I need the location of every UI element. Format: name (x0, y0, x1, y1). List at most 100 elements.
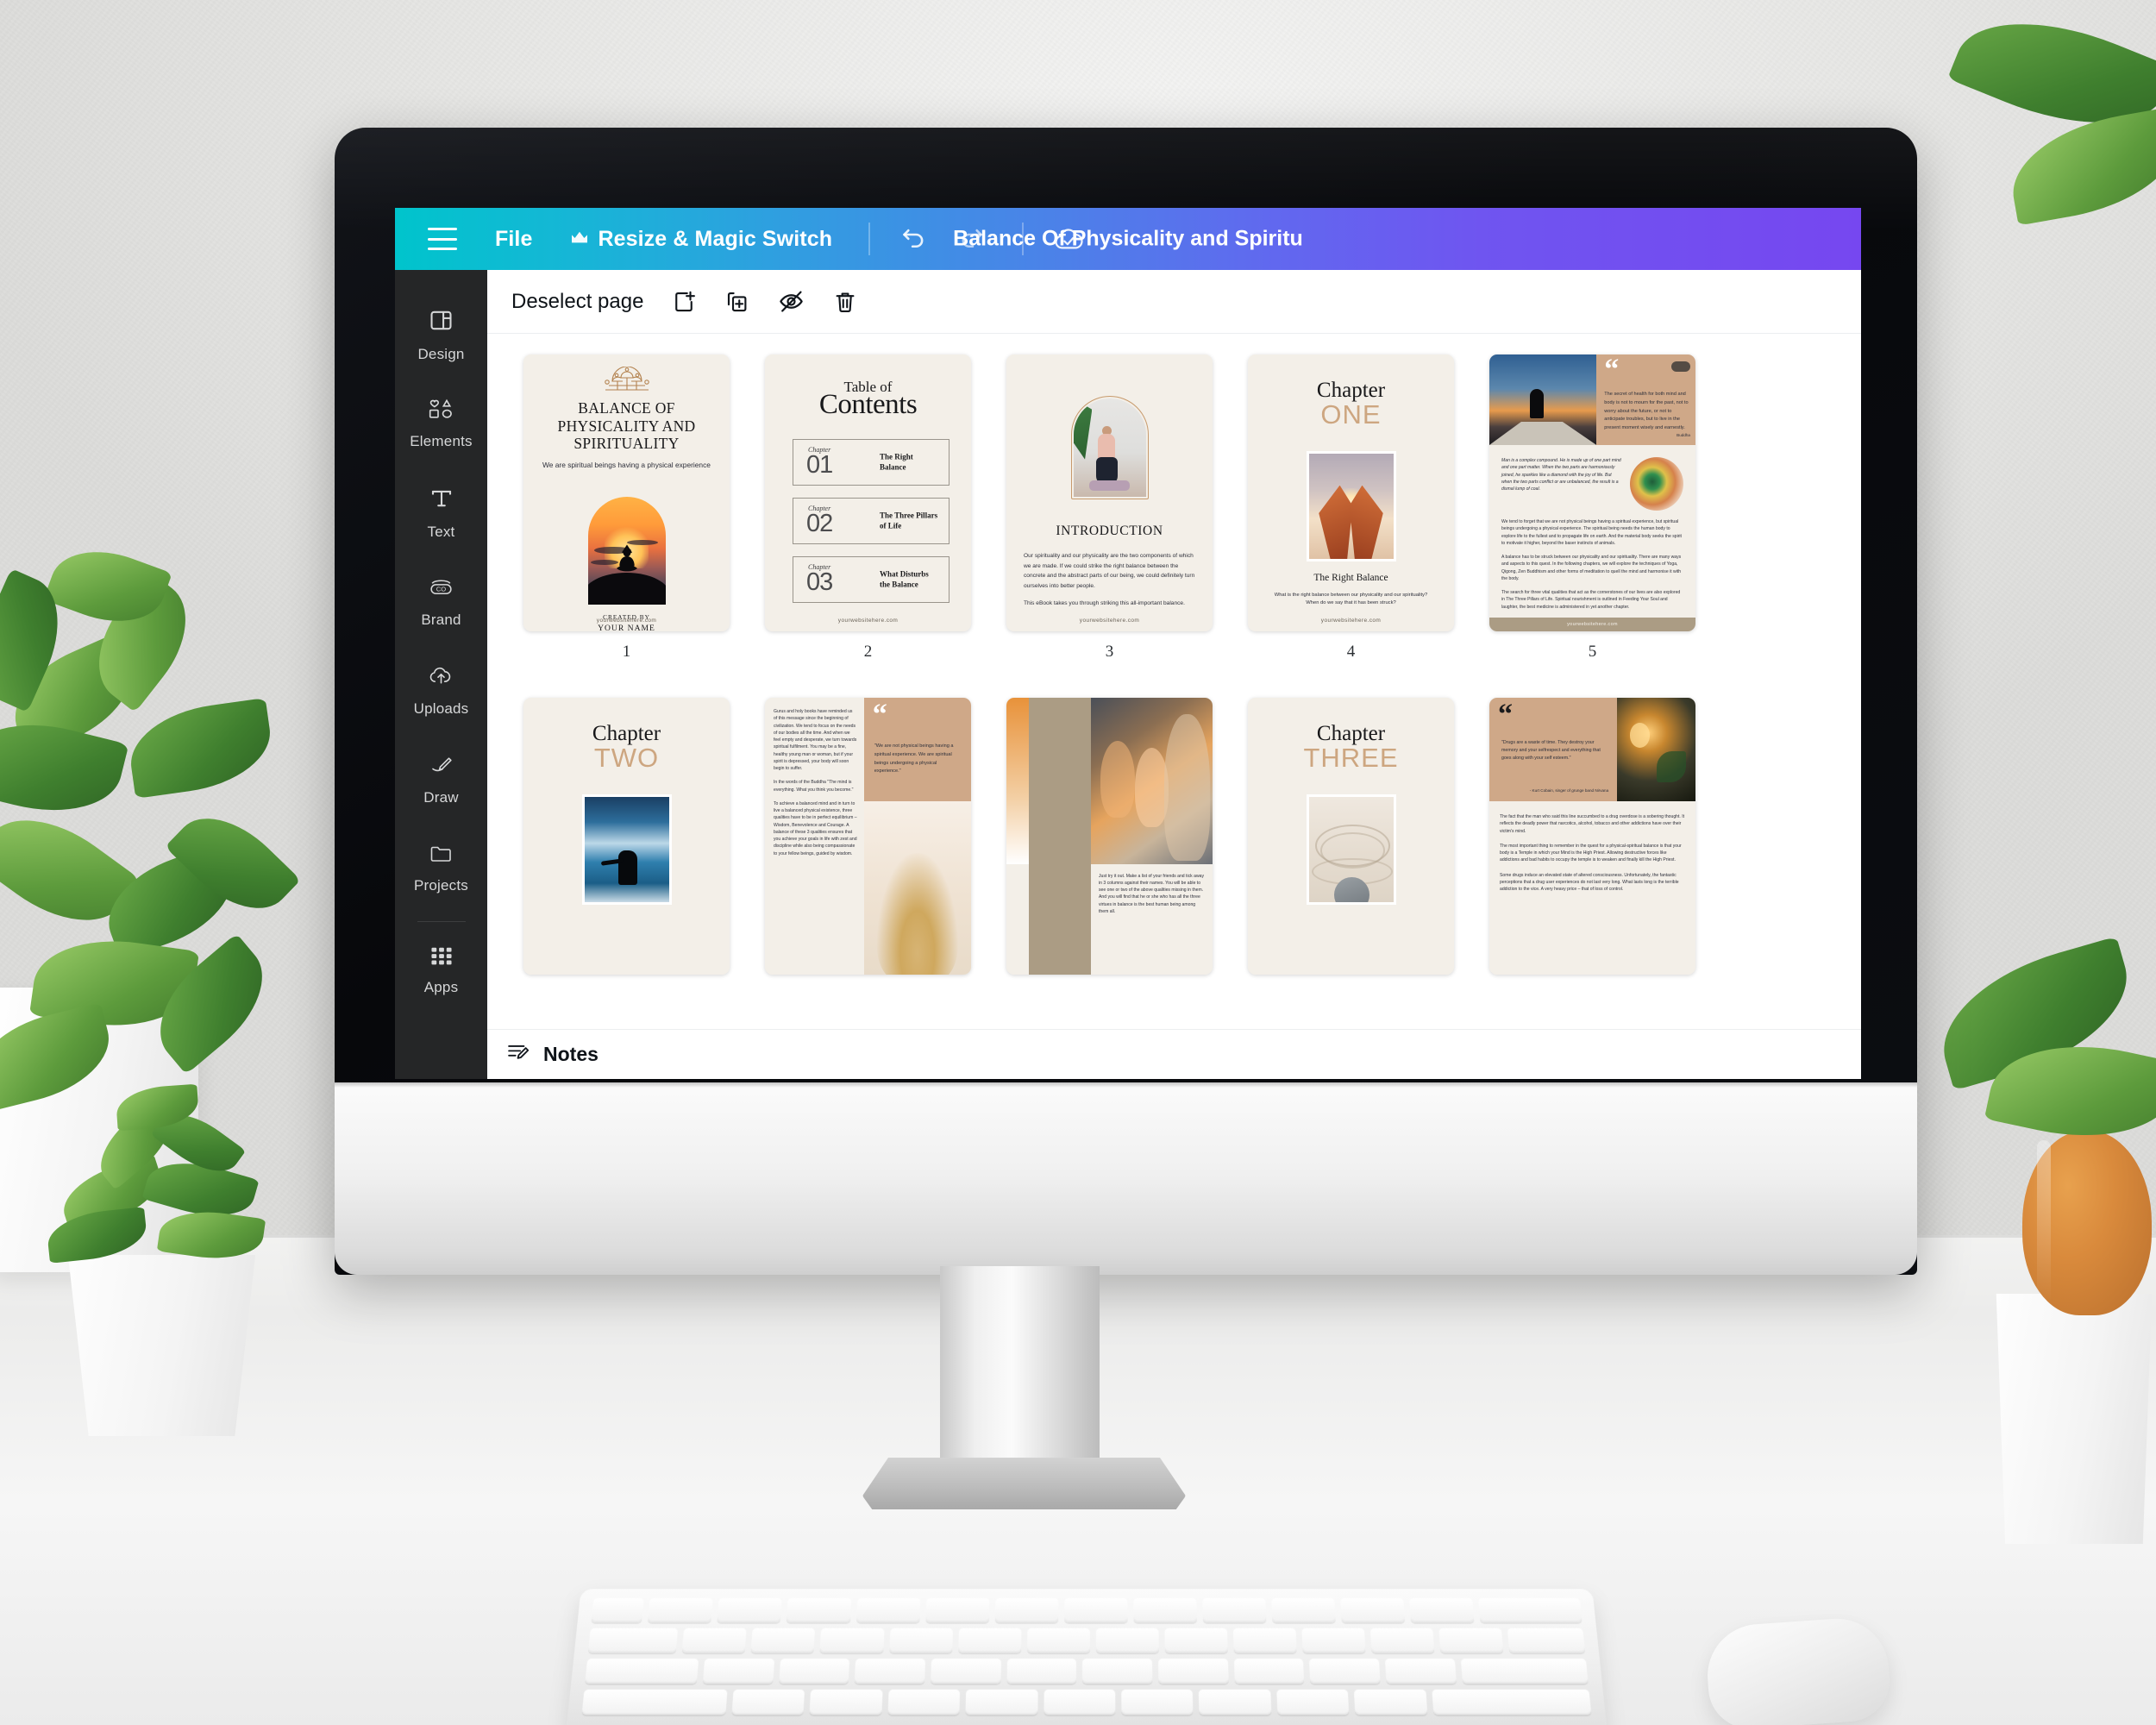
cover-title-line: PHYSICALITY AND (557, 417, 696, 435)
crown-icon (570, 227, 589, 252)
monitor-neck (940, 1266, 1100, 1482)
page-cell[interactable]: “ The secret of health for both mind and… (1489, 354, 1695, 662)
cover-credit-name: YOUR NAME (598, 624, 655, 631)
desk-scene: File Resize & Magic Switch Balance Of Ph… (0, 0, 2156, 1725)
deselect-page-button[interactable]: Deselect page (511, 290, 643, 314)
page-cell[interactable]: Chapter THREE (1248, 698, 1454, 975)
page-cell[interactable]: Chapter ONE The Right Balance What is th… (1248, 354, 1454, 662)
toc-chapter-title: The Right Balance (880, 452, 913, 471)
page-thumbnail-10[interactable]: “ "Drugs are a waste of time. They destr… (1489, 698, 1695, 975)
page-number: 3 (1105, 643, 1114, 661)
spread-image-pampas-grass (863, 801, 971, 975)
spread-quote: The secret of health for both mind and b… (1604, 392, 1689, 431)
add-page-icon[interactable] (671, 289, 697, 315)
page-cell[interactable]: “ "Drugs are a waste of time. They destr… (1489, 698, 1695, 975)
page-cell[interactable]: Table of Contents Chapter 01 The Right B… (765, 354, 971, 662)
page-thumbnail-9[interactable]: Chapter THREE (1248, 698, 1454, 975)
page-canvas: Chapter ONE The Right Balance What is th… (1248, 354, 1454, 631)
page-thumbnail-2[interactable]: Table of Contents Chapter 01 The Right B… (765, 354, 971, 631)
notes-bar[interactable]: Notes (487, 1029, 1861, 1079)
design-panel-icon (428, 307, 454, 338)
file-menu-label: File (495, 226, 533, 251)
page-thumbnail-3[interactable]: INTRODUCTION Our spirituality and our ph… (1006, 354, 1213, 631)
spread-paragraph: A balance has to be struck between our p… (1501, 555, 1682, 581)
spread-paragraph: To achieve a balanced mind and in turn t… (774, 800, 857, 856)
page-toolbar: Deselect page (487, 270, 1861, 334)
sidebar-item-brand[interactable]: CO Brand (395, 557, 487, 646)
spread-paragraph: We tend to forget that we are not physic… (1501, 519, 1682, 546)
duplicate-page-icon[interactable] (724, 289, 750, 315)
badge-ornament (1670, 361, 1690, 372)
sidebar-item-apps[interactable]: Apps (395, 925, 487, 1014)
spread-body: Just try it out. Make a list of your fri… (1090, 863, 1213, 975)
page-footer-url: yourwebsitehere.com (596, 618, 657, 624)
spread-paragraph: Gurus and holy books have reminded us of… (774, 709, 857, 771)
spread-image-candle-bokeh (1617, 698, 1695, 801)
page-canvas: “ "Drugs are a waste of time. They destr… (1489, 698, 1695, 975)
hamburger-menu-icon[interactable] (428, 228, 457, 250)
mandala-ornament-icon (595, 366, 659, 400)
page-footer-bar: yourwebsitehere.com (1489, 618, 1695, 631)
sidebar-item-label: Draw (423, 788, 459, 806)
page-cell[interactable]: Gurus and holy books have reminded us of… (765, 698, 971, 975)
sidebar-item-draw[interactable]: Draw (395, 735, 487, 824)
page-cell[interactable]: Chapter TWO (523, 698, 730, 975)
pencil-draw-icon (428, 753, 455, 781)
resize-magic-switch-button[interactable]: Resize & Magic Switch (570, 227, 832, 252)
page-number: 1 (622, 643, 631, 661)
left-sidebar: Design Elements Text CO Brand Uploads Dr… (395, 270, 487, 1079)
cover-title-line: SPIRITUALITY (573, 435, 680, 453)
sidebar-item-elements[interactable]: Elements (395, 380, 487, 468)
toc-chapter-title: The Three Pillars of Life (880, 511, 938, 530)
cloud-upload-icon (427, 664, 455, 693)
sidebar-item-text[interactable]: Text (395, 468, 487, 557)
keyboard[interactable] (566, 1589, 1608, 1725)
page-grid-row: BALANCE OF PHYSICALITY AND SPIRITUALITY … (523, 354, 1861, 662)
notes-edit-icon (506, 1041, 531, 1068)
page-thumbnail-1[interactable]: BALANCE OF PHYSICALITY AND SPIRITUALITY … (523, 354, 730, 631)
page-cell[interactable]: INTRODUCTION Our spirituality and our ph… (1006, 354, 1213, 662)
file-menu-button[interactable]: File (495, 227, 532, 252)
sidebar-item-projects[interactable]: Projects (395, 824, 487, 913)
page-number: 5 (1588, 643, 1597, 661)
page-thumbnail-6[interactable]: Chapter TWO (523, 698, 730, 975)
undo-icon[interactable] (899, 225, 928, 254)
page-thumbnail-7[interactable]: Gurus and holy books have reminded us of… (765, 698, 971, 975)
shapes-icon (427, 398, 455, 425)
delete-page-icon[interactable] (832, 289, 858, 315)
mouse[interactable] (1704, 1615, 1892, 1725)
cover-image-sunset-meditation (587, 497, 666, 605)
page-thumbnail-5[interactable]: “ The secret of health for both mind and… (1489, 354, 1695, 631)
spread-quote-attribution: - Kurt Cobain, singer of grunge band Nir… (1529, 787, 1609, 793)
page-canvas: Chapter THREE (1248, 698, 1454, 975)
page-cell[interactable]: BALANCE OF PHYSICALITY AND SPIRITUALITY … (523, 354, 730, 662)
spread-paragraph: Some drugs induce an elevated state of a… (1500, 872, 1679, 893)
sidebar-item-label: Design (417, 346, 465, 362)
toc-heading-bottom: Contents (818, 389, 918, 420)
spread-image-edge (1006, 698, 1030, 864)
toc-chapter-number: 02 (806, 510, 833, 537)
resize-magic-switch-label: Resize & Magic Switch (598, 226, 833, 251)
spread-quote: "Drugs are a waste of time. They destroy… (1501, 740, 1601, 761)
page-canvas: Chapter TWO (523, 698, 730, 975)
keyboard-row (591, 1597, 1583, 1622)
page-cell[interactable]: Just try it out. Make a list of your fri… (1006, 698, 1213, 975)
brand-co-icon: CO (427, 575, 455, 604)
quote-panel: “ The secret of health for both mind and… (1596, 354, 1695, 445)
toc-chapter-number: 03 (806, 568, 833, 596)
spread-image-eye-macro (1630, 457, 1683, 511)
document-title[interactable]: Balance Of Physicality and Spiritu (953, 227, 1303, 252)
sidebar-item-design[interactable]: Design (395, 291, 487, 380)
spread-body: Man is a complex compound. He is made up… (1489, 445, 1695, 618)
spread-paragraph: The fact that the man who said this line… (1500, 814, 1685, 834)
spread-paragraph: Man is a complex compound. He is made up… (1501, 458, 1621, 492)
page-thumbnail-4[interactable]: Chapter ONE The Right Balance What is th… (1248, 354, 1454, 631)
meditating-figure-silhouette (610, 539, 644, 583)
sidebar-item-uploads[interactable]: Uploads (395, 646, 487, 735)
page-thumbnail-8[interactable]: Just try it out. Make a list of your fri… (1006, 698, 1213, 975)
page-grid[interactable]: BALANCE OF PHYSICALITY AND SPIRITUALITY … (487, 334, 1861, 1029)
folder-icon (428, 842, 455, 869)
intro-heading: INTRODUCTION (1056, 524, 1163, 538)
page-canvas: Gurus and holy books have reminded us of… (765, 698, 971, 975)
hide-page-icon[interactable] (778, 288, 805, 315)
